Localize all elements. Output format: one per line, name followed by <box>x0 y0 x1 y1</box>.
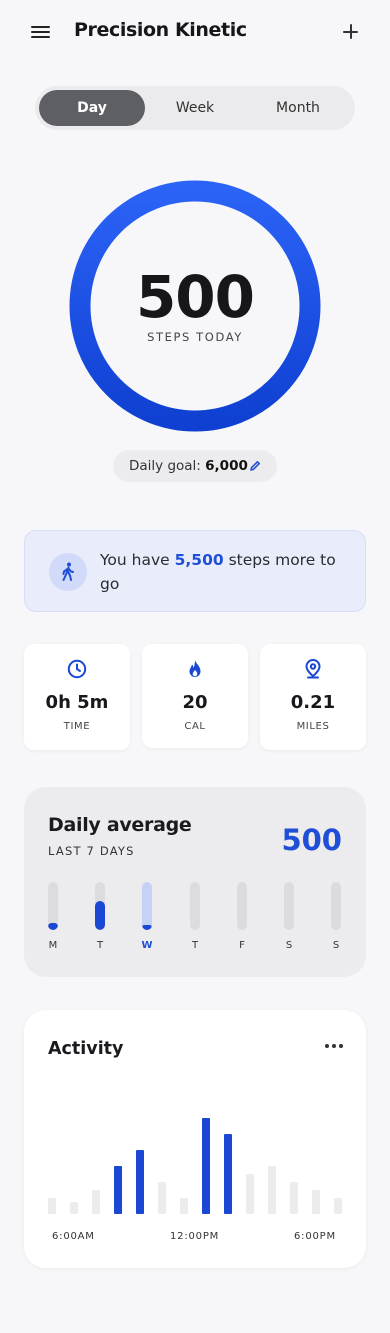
activity-bar <box>334 1198 342 1214</box>
weekday-bar-track <box>284 882 294 930</box>
daily-goal-pill[interactable]: Daily goal: 6,000 <box>113 450 277 482</box>
stat-distance-card: 0.21 MILES <box>260 644 366 750</box>
weekday-bar-fill <box>48 923 58 930</box>
remaining-steps-text: You have 5,500 steps more to go <box>100 551 336 593</box>
activity-bar <box>158 1182 166 1214</box>
activity-bar <box>290 1182 298 1214</box>
goal-value: 6,000 <box>205 458 248 474</box>
activity-card: Activity 6:00AM 12:00PM 6:00PM <box>24 1010 366 1268</box>
stat-calories-label: CAL <box>184 721 206 732</box>
stat-distance-label: MILES <box>296 721 330 732</box>
daily-average-card: Daily average LAST 7 DAYS 500 M T W T F S S <box>24 787 366 977</box>
activity-bar <box>114 1166 122 1214</box>
app-title: Precision Kinetic <box>74 19 247 41</box>
flame-icon <box>189 660 201 677</box>
stat-calories-value: 20 <box>182 692 208 713</box>
clock-icon <box>67 659 87 679</box>
daily-average-title: Daily average <box>48 814 192 836</box>
activity-chart <box>48 1118 342 1214</box>
goal-prefix: Daily goal: <box>129 458 201 474</box>
stat-time-label: TIME <box>63 721 91 732</box>
weekday-label: F <box>239 940 245 951</box>
remaining-steps-card: You have 5,500 steps more to go <box>24 530 366 612</box>
activity-bar <box>268 1166 276 1214</box>
tab-week[interactable]: Week <box>142 90 248 126</box>
activity-bar <box>70 1202 78 1214</box>
tick-label: 12:00PM <box>170 1231 220 1242</box>
steps-label: STEPS TODAY <box>147 330 243 344</box>
weekday-label: T <box>96 940 104 951</box>
daily-average-value: 500 <box>281 823 342 857</box>
tick-label: 6:00PM <box>294 1231 336 1242</box>
stat-time-value: 0h 5m <box>45 692 109 713</box>
weekday-label: S <box>332 940 340 951</box>
period-segmented-control: Day Week Month <box>35 86 355 130</box>
weekday-bar-track <box>142 882 152 930</box>
tab-month[interactable]: Month <box>245 90 351 126</box>
map-pin-icon <box>305 658 321 679</box>
remaining-steps-value: 5,500 <box>174 551 224 569</box>
stat-time-card: 0h 5m TIME <box>24 644 130 750</box>
weekday-label: W <box>141 940 153 951</box>
tab-day[interactable]: Day <box>39 90 145 126</box>
daily-average-subtitle: LAST 7 DAYS <box>48 844 135 858</box>
tick-label: 6:00AM <box>52 1231 95 1242</box>
weekday-label: M <box>48 940 58 951</box>
weekday-bar-fill <box>95 901 105 930</box>
weekday-bar-fill <box>142 925 152 930</box>
activity-bar <box>202 1118 210 1214</box>
weekday-bar-track <box>48 882 58 930</box>
weekday-bar-track <box>190 882 200 930</box>
stat-distance-value: 0.21 <box>290 692 336 713</box>
plus-icon[interactable] <box>340 21 362 43</box>
menu-icon[interactable] <box>31 24 51 40</box>
weekday-label: T <box>191 940 199 951</box>
activity-bar <box>48 1198 56 1214</box>
activity-bar <box>92 1190 100 1214</box>
activity-bar <box>312 1190 320 1214</box>
app-header: Precision Kinetic <box>0 0 390 64</box>
activity-bar <box>136 1150 144 1214</box>
weekday-bar-track <box>237 882 247 930</box>
steps-count: 500 <box>135 263 255 331</box>
pencil-icon[interactable] <box>249 460 261 472</box>
activity-bar <box>224 1134 232 1214</box>
walking-person-icon <box>49 553 87 591</box>
weekday-bar-track <box>95 882 105 930</box>
weekday-bar-track <box>331 882 341 930</box>
weekday-label: S <box>285 940 293 951</box>
activity-bar <box>180 1198 188 1214</box>
activity-bar <box>246 1174 254 1214</box>
stat-calories-card: 20 CAL <box>142 644 248 748</box>
